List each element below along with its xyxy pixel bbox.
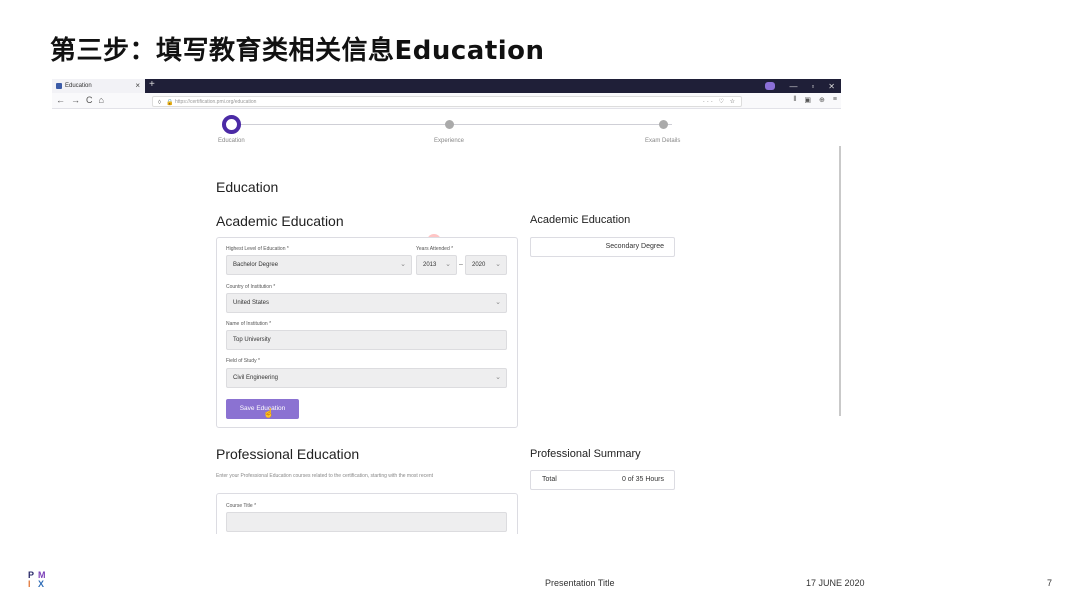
- highest-level-value: Bachelor Degree: [233, 262, 279, 268]
- url-text[interactable]: https://certification.pmi.org/education: [175, 99, 256, 105]
- chevron-down-icon: ⌄: [495, 261, 501, 268]
- progress-stepper: Education Experience Exam Details: [218, 115, 682, 145]
- page-scrollbar[interactable]: [839, 146, 841, 416]
- year-to-select[interactable]: 2020 ⌄: [465, 255, 507, 275]
- lock-icon: 🔒: [166, 100, 174, 106]
- pointer-cursor-icon: ☝: [263, 408, 275, 418]
- professional-summary-heading: Professional Summary: [530, 448, 641, 460]
- browser-tools: ⫴ ▣ ⊕ ≡: [793, 96, 837, 104]
- web-page: Education Experience Exam Details Educat…: [52, 109, 841, 534]
- country-label: Country of Institution *: [226, 284, 276, 290]
- highest-level-select[interactable]: Bachelor Degree ⌄: [226, 255, 412, 275]
- tab-close-icon[interactable]: ×: [135, 81, 140, 90]
- url-actions-icon[interactable]: ··· ♡ ☆: [703, 97, 737, 107]
- nav-buttons: ← → C ⌂: [56, 95, 104, 105]
- home-icon[interactable]: ⌂: [99, 95, 104, 105]
- tab-bar: Education × + — ▫ ✕: [52, 79, 841, 93]
- institution-label: Name of Institution *: [226, 321, 272, 327]
- step-education-dot[interactable]: [222, 115, 241, 134]
- browser-tab-education[interactable]: Education ×: [52, 79, 145, 93]
- field-of-study-value: Civil Engineering: [233, 375, 279, 381]
- chevron-down-icon: ⌄: [445, 261, 451, 268]
- professional-education-heading: Professional Education: [216, 446, 360, 462]
- maximize-button[interactable]: ▫: [811, 82, 814, 91]
- library-icon[interactable]: ⫴: [793, 96, 796, 104]
- country-select[interactable]: United States ⌄: [226, 293, 507, 313]
- course-title-label: Course Title *: [226, 503, 257, 509]
- professional-education-description: Enter your Professional Education course…: [216, 473, 434, 479]
- step-label-education: Education: [218, 138, 245, 144]
- years-attended-label: Years Attended *: [416, 246, 454, 252]
- step-label-exam-details: Exam Details: [645, 138, 681, 144]
- field-of-study-select[interactable]: Civil Engineering ⌄: [226, 368, 507, 388]
- field-of-study-label: Field of Study *: [226, 358, 260, 364]
- page-heading: Education: [216, 179, 279, 195]
- window-controls: — ▫ ✕: [765, 79, 835, 93]
- footer-page-number: 7: [1047, 578, 1053, 588]
- chevron-down-icon: ⌄: [495, 299, 501, 306]
- step-label-experience: Experience: [434, 138, 465, 144]
- step-experience-dot[interactable]: [445, 120, 454, 129]
- professional-summary-box: Total 0 of 35 Hours: [530, 470, 675, 490]
- institution-value: Top University: [233, 337, 271, 343]
- extensions-icon[interactable]: ⊕: [819, 96, 825, 104]
- year-from-select[interactable]: 2013 ⌄: [416, 255, 457, 275]
- footer-date: 17 JUNE 2020: [806, 578, 865, 588]
- academic-summary-value: Secondary Degree: [605, 243, 664, 250]
- minimize-button[interactable]: —: [789, 82, 797, 91]
- browser-window: Education × + — ▫ ✕ ← → C ⌂ ◊ 🔒 https://…: [52, 79, 841, 534]
- summary-total-value: 0 of 35 Hours: [621, 476, 664, 483]
- year-separator: –: [459, 261, 463, 268]
- footer-presentation-title: Presentation Title: [545, 578, 615, 588]
- reload-icon[interactable]: C: [86, 95, 93, 105]
- highest-level-label: Highest Level of Education *: [226, 246, 289, 252]
- step-exam-details-dot[interactable]: [659, 120, 668, 129]
- country-value: United States: [233, 300, 270, 306]
- academic-education-heading: Academic Education: [216, 213, 344, 229]
- menu-icon[interactable]: ≡: [833, 96, 837, 104]
- academic-summary-heading: Academic Education: [530, 214, 631, 226]
- course-title-input[interactable]: [226, 512, 507, 532]
- academic-summary-box: Secondary Degree: [530, 237, 675, 257]
- institution-input[interactable]: Top University: [226, 330, 507, 350]
- forward-icon[interactable]: →: [71, 95, 80, 105]
- new-tab-button[interactable]: +: [149, 79, 155, 90]
- close-window-button[interactable]: ✕: [828, 82, 835, 91]
- navigation-bar: ← → C ⌂ ◊ 🔒 https://certification.pmi.or…: [52, 93, 841, 109]
- tab-title: Education: [65, 83, 92, 89]
- favicon-icon: [56, 83, 62, 89]
- url-bar[interactable]: ◊ 🔒 https://certification.pmi.org/educat…: [152, 96, 742, 107]
- shield-icon[interactable]: ◊: [158, 98, 161, 108]
- year-from-value: 2013: [423, 262, 437, 268]
- back-icon[interactable]: ←: [56, 95, 65, 105]
- year-to-value: 2020: [472, 262, 486, 268]
- account-icon[interactable]: [765, 82, 776, 90]
- pmi-logo-icon: PMIX: [28, 570, 46, 589]
- sidebar-icon[interactable]: ▣: [804, 96, 811, 104]
- summary-total-label: Total: [542, 476, 557, 483]
- slide-title: 第三步：填写教育类相关信息Education: [50, 36, 545, 66]
- chevron-down-icon: ⌄: [400, 261, 406, 268]
- chevron-down-icon: ⌄: [495, 374, 501, 381]
